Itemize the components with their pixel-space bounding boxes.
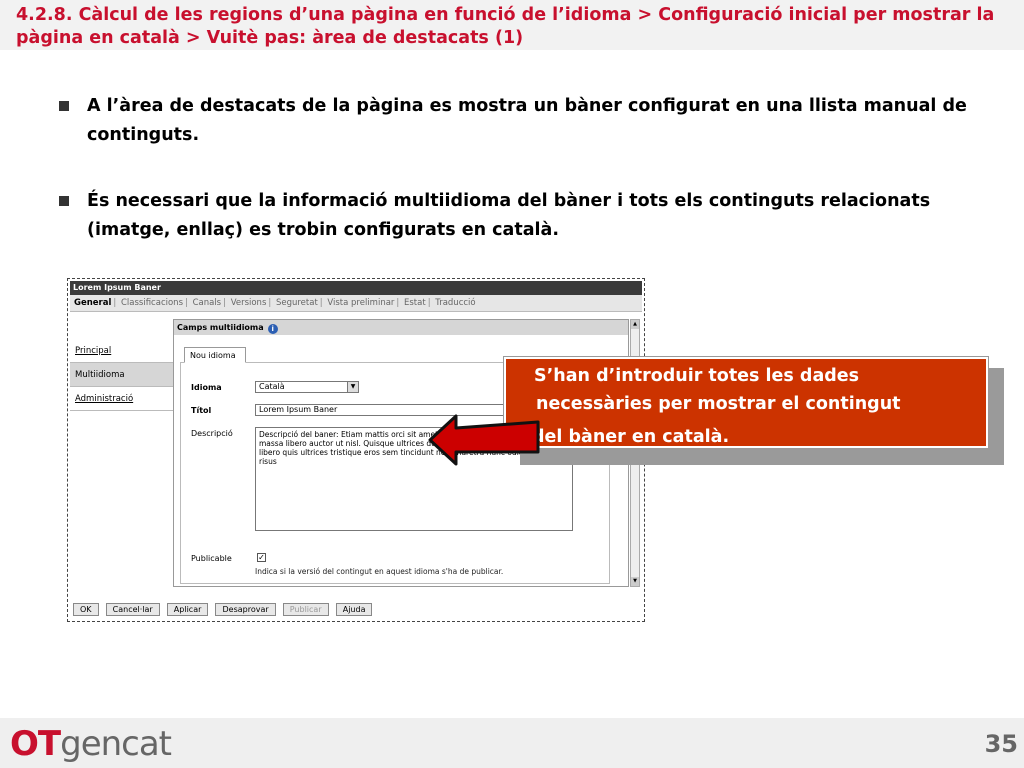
logo-gencat: gencat [60, 724, 172, 764]
callout-line: necessàries per mostrar el contingut [536, 394, 901, 414]
idioma-label: Idioma [191, 383, 222, 392]
help-button[interactable]: Ajuda [335, 603, 373, 616]
slide-title: 4.2.8. Càlcul de les regions d’una pàgin… [16, 5, 995, 48]
tab-general[interactable]: General [74, 298, 111, 308]
scroll-down-icon[interactable]: ▼ [631, 577, 639, 586]
publicable-hint: Indica si la versió del contingut en aqu… [255, 567, 504, 576]
tab-versions[interactable]: Versions [231, 298, 267, 308]
callout-box: S’han d’introduir totes les dades necess… [503, 356, 989, 449]
content-tabs: General | Classificacions | Canals | Versio… [70, 295, 642, 312]
nav-item-administracio[interactable]: Administració [70, 387, 174, 411]
nav-item-principal[interactable]: Principal [70, 339, 174, 363]
pointer-arrow-icon [428, 414, 540, 466]
ot-gencat-logo: OTgencat [10, 724, 172, 764]
publish-button: Publicar [282, 603, 329, 616]
action-buttons: OK Cancel·lar Aplicar Desaprovar Publica… [73, 597, 374, 616]
tab-estat[interactable]: Estat [404, 298, 426, 308]
callout-line: S’han d’introduir totes les dades [534, 366, 860, 386]
ok-button[interactable]: OK [73, 603, 99, 616]
callout-line: del bàner en català. [532, 427, 730, 447]
logo-ot: OT [10, 724, 61, 764]
left-nav: Principal Multiidioma Administració [70, 339, 174, 411]
cancel-button[interactable]: Cancel·lar [105, 603, 160, 616]
descripcio-label: Descripció [191, 429, 233, 438]
window-title: Lorem Ipsum Baner [70, 281, 642, 295]
bullet-list: A l’àrea de destacats de la pàgina es mo… [57, 92, 987, 282]
tab-classificacions[interactable]: Classificacions [121, 298, 183, 308]
disapprove-button[interactable]: Desaprovar [215, 603, 276, 616]
apply-button[interactable]: Aplicar [166, 603, 209, 616]
page-number: 35 [984, 730, 1018, 758]
publicable-label: Publicable [191, 554, 232, 563]
bullet-square-icon [59, 101, 69, 111]
scroll-up-icon[interactable]: ▲ [631, 320, 639, 329]
titol-label: Títol [191, 406, 212, 415]
tab-vista-preliminar[interactable]: Vista preliminar [327, 298, 394, 308]
bullet-square-icon [59, 196, 69, 206]
bullet-item: A l’àrea de destacats de la pàgina es mo… [57, 92, 987, 149]
idioma-select[interactable]: Català ▼ [255, 381, 359, 393]
bullet-text: A l’àrea de destacats de la pàgina es mo… [87, 96, 967, 145]
panel-header: Camps multiidioma i [174, 320, 628, 335]
tab-nou-idioma[interactable]: Nou idioma [184, 347, 246, 363]
bullet-text: És necessari que la informació multiidio… [87, 191, 931, 240]
tab-canals[interactable]: Canals [193, 298, 222, 308]
tab-traduccio[interactable]: Traducció [435, 298, 475, 308]
bullet-item: És necessari que la informació multiidio… [57, 187, 987, 244]
panel-title: Camps multiidioma [177, 323, 264, 332]
nav-item-multiidioma[interactable]: Multiidioma [70, 363, 174, 387]
slide-footer: OTgencat 35 [0, 718, 1024, 768]
info-icon[interactable]: i [267, 324, 278, 334]
chevron-down-icon[interactable]: ▼ [347, 382, 358, 392]
publicable-checkbox[interactable]: ✓ [257, 553, 266, 562]
slide-header: 4.2.8. Càlcul de les regions d’una pàgin… [0, 0, 1024, 50]
tab-seguretat[interactable]: Seguretat [276, 298, 318, 308]
idioma-selected-value: Català [259, 382, 285, 391]
